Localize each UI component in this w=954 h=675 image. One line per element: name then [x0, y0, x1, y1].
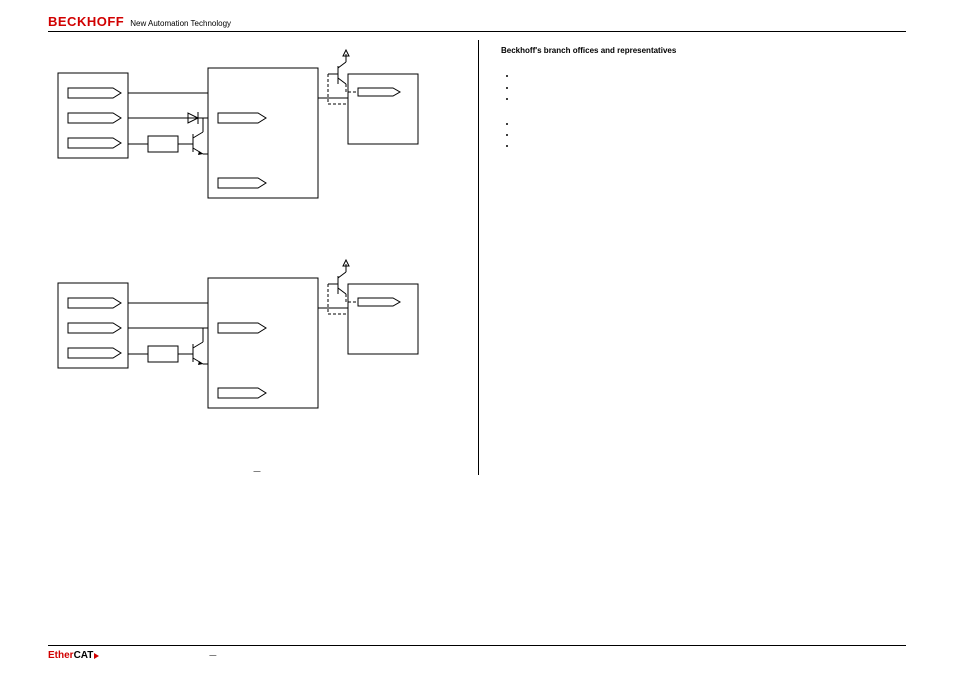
footer-logo-cat: CAT — [74, 650, 94, 661]
service-list — [517, 118, 892, 152]
page-header: BECKHOFF New Automation Technology — [48, 14, 906, 32]
intro-para-2: Beckhoff's branch offices and representa… — [501, 46, 892, 56]
list-item — [517, 129, 892, 140]
arrow-icon — [94, 653, 99, 659]
brand-logo: BECKHOFF — [48, 14, 124, 29]
right-column: Beckhoff's branch offices and representa… — [478, 40, 892, 475]
brand-tagline: New Automation Technology — [130, 19, 231, 28]
schematic-diagram-top — [48, 48, 428, 228]
support-list — [517, 70, 892, 104]
list-item — [517, 118, 892, 129]
list-item — [517, 140, 892, 151]
footer-page-num: — — [209, 652, 216, 659]
left-column: — — [48, 40, 478, 475]
list-item — [517, 93, 892, 104]
content-columns: — Beckhoff's branch offices and represen… — [48, 40, 906, 475]
page-footer: EtherCAT — — [48, 645, 906, 661]
schematic-diagram-bottom — [48, 258, 428, 438]
page: BECKHOFF New Automation Technology — [48, 14, 906, 475]
footer-logo-ether: Ether — [48, 650, 74, 661]
list-item — [517, 70, 892, 81]
list-item — [517, 82, 892, 93]
left-footnote: — — [48, 468, 466, 475]
